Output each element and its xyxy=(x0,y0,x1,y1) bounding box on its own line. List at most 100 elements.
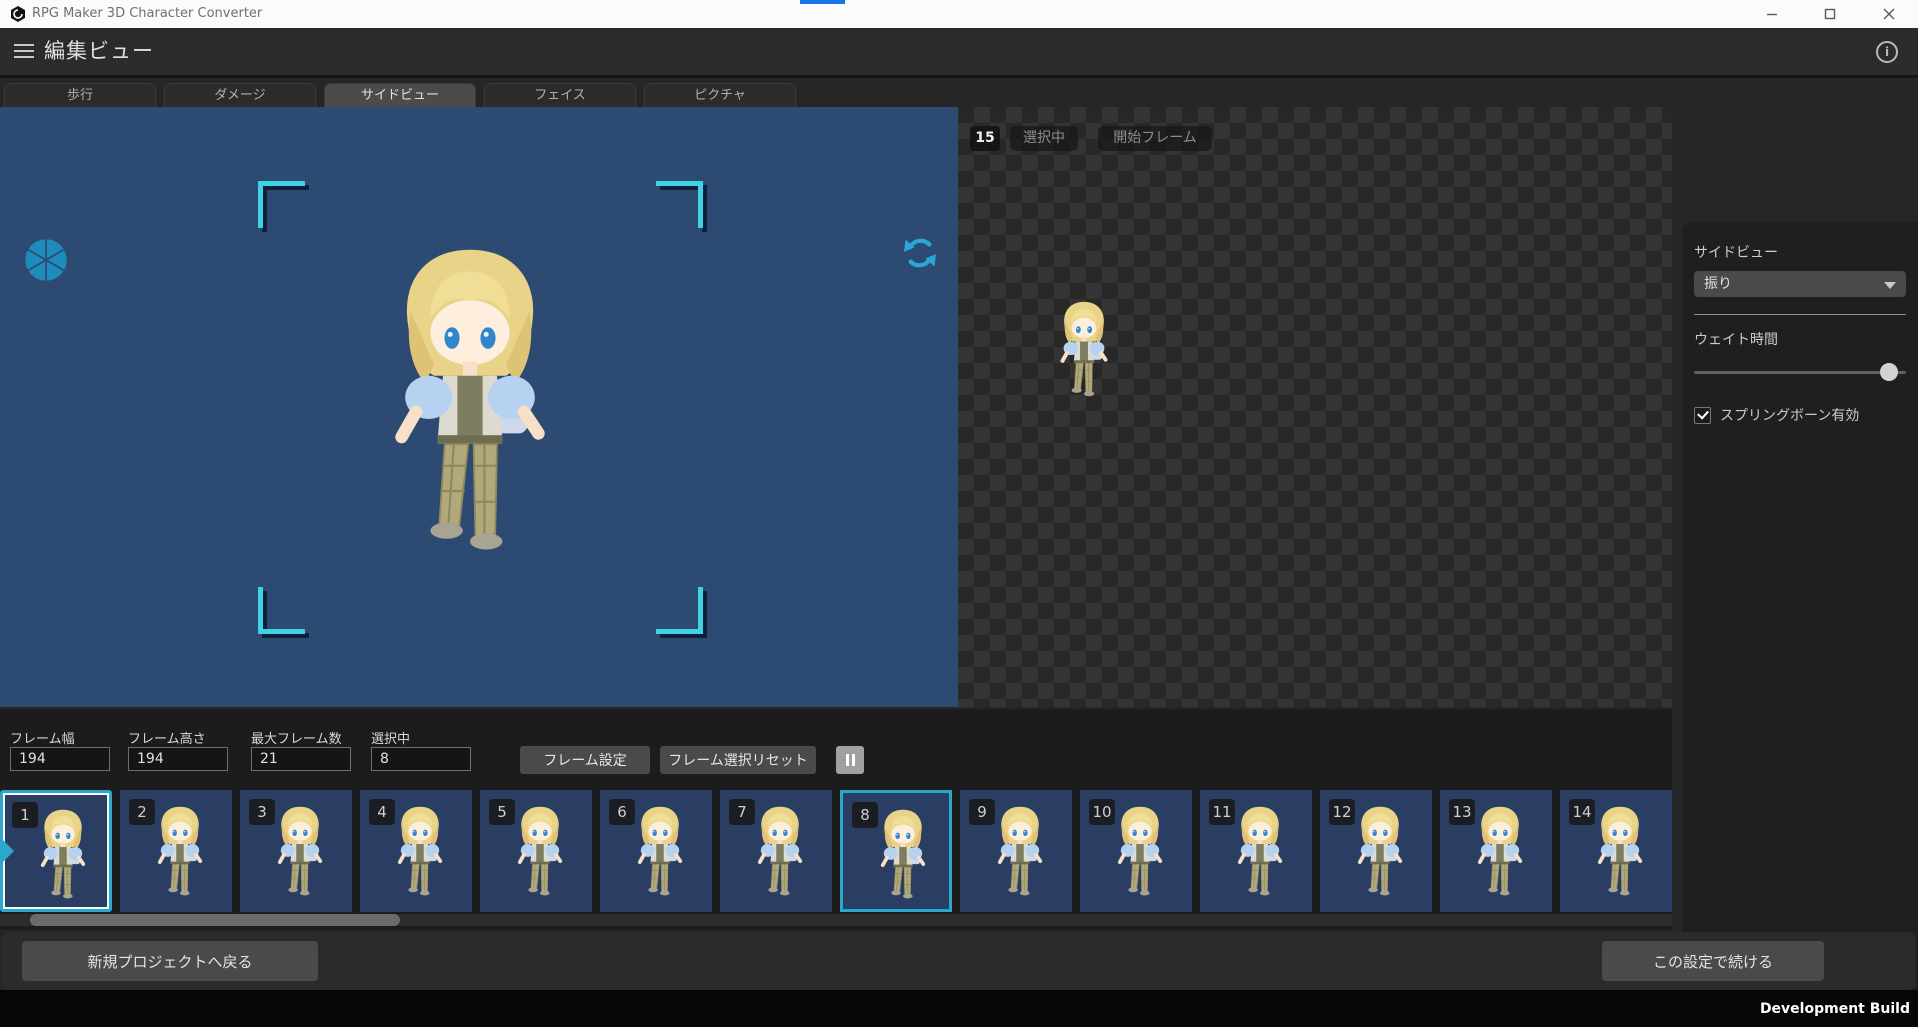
character-sprite xyxy=(362,235,578,567)
frame-height-label: フレーム高さ xyxy=(128,728,206,747)
tab-5[interactable]: ピクチャ xyxy=(644,83,796,107)
filmstrip-frame-3[interactable]: 3 xyxy=(240,790,352,912)
frame-selection-reset-button[interactable]: フレーム選択リセット xyxy=(660,746,816,774)
tab-3[interactable]: サイドビュー xyxy=(324,83,476,107)
page-title: 編集ビュー xyxy=(44,28,154,75)
filmstrip-frame-13[interactable]: 13 xyxy=(1440,790,1552,912)
selected-label: 選択中 xyxy=(371,728,410,747)
tab-2[interactable]: ダメージ xyxy=(164,83,316,107)
back-to-new-project-button[interactable]: 新規プロジェクトへ戻る xyxy=(22,941,318,981)
chevron-down-icon xyxy=(1884,282,1896,289)
app-title: RPG Maker 3D Character Converter xyxy=(32,0,262,28)
wait-time-slider-track xyxy=(1694,371,1906,374)
title-bar: RPG Maker 3D Character Converter xyxy=(0,0,1918,29)
panel-divider xyxy=(1694,314,1906,315)
character-thumbnail xyxy=(628,802,692,901)
frame-height-input[interactable] xyxy=(128,747,228,771)
character-thumbnail xyxy=(388,802,452,901)
maximize-button[interactable] xyxy=(1807,0,1853,27)
pause-button[interactable] xyxy=(836,746,864,774)
tab-4[interactable]: フェイス xyxy=(484,83,636,107)
filmstrip: 1234567891011121314 xyxy=(0,790,1672,912)
side-settings-panel: サイドビュー 振り ウェイト時間 スプリングボーン有効 xyxy=(1682,222,1918,1027)
playhead-marker xyxy=(0,837,14,865)
spring-bone-checkbox[interactable] xyxy=(1694,407,1711,424)
frame-number-badge: 9 xyxy=(969,799,995,825)
frame-settings-button[interactable]: フレーム設定 xyxy=(520,746,650,774)
character-thumbnail xyxy=(988,802,1052,901)
character-thumbnail xyxy=(508,802,572,901)
max-frames-label: 最大フレーム数 xyxy=(251,728,342,747)
tab-strip: 歩行ダメージサイドビューフェイスピクチャ xyxy=(0,75,1918,107)
minimize-button[interactable] xyxy=(1749,0,1795,27)
character-thumbnail xyxy=(1108,802,1172,901)
top-accent-strip xyxy=(800,0,845,4)
frame-number-badge: 4 xyxy=(369,799,395,825)
development-build-label: Development Build xyxy=(1760,1001,1918,1017)
panel-title: サイドビュー xyxy=(1694,242,1906,262)
check-icon xyxy=(1697,407,1709,419)
aperture-icon[interactable] xyxy=(21,235,71,285)
filmstrip-frame-8[interactable]: 8 xyxy=(840,790,952,912)
frame-number-badge: 8 xyxy=(852,802,878,828)
frame-number-badge: 7 xyxy=(729,799,755,825)
animation-dropdown-value: 振り xyxy=(1704,276,1732,292)
filmstrip-frame-14[interactable]: 14 xyxy=(1560,790,1672,912)
frame-number-badge: 14 xyxy=(1569,799,1595,825)
capture-bracket-top-left xyxy=(258,181,305,228)
frame-number-badge: 15 xyxy=(970,126,1000,151)
filmstrip-frame-11[interactable]: 11 xyxy=(1200,790,1312,912)
character-thumbnail xyxy=(148,802,212,901)
frame-number-badge: 1 xyxy=(12,802,38,828)
frame-number-badge: 11 xyxy=(1209,799,1235,825)
character-thumbnail xyxy=(1228,802,1292,901)
continue-with-settings-button[interactable]: この設定で続ける xyxy=(1602,941,1824,981)
filmstrip-frame-4[interactable]: 4 xyxy=(360,790,472,912)
filmstrip-frame-5[interactable]: 5 xyxy=(480,790,592,912)
selected-frame-input[interactable] xyxy=(371,747,471,771)
selected-frame-button[interactable]: 選択中 xyxy=(1010,126,1078,151)
frame-width-label: フレーム幅 xyxy=(10,728,75,747)
character-thumbnail xyxy=(268,802,332,901)
animation-dropdown[interactable]: 振り xyxy=(1694,271,1906,297)
start-frame-button[interactable]: 開始フレーム xyxy=(1098,126,1212,151)
pause-icon xyxy=(846,754,849,766)
frame-number-badge: 3 xyxy=(249,799,275,825)
frame-number-badge: 12 xyxy=(1329,799,1355,825)
filmstrip-frame-12[interactable]: 12 xyxy=(1320,790,1432,912)
capture-bracket-top-right xyxy=(656,181,703,228)
animation-preview-pane: 15 選択中 開始フレーム xyxy=(958,107,1672,707)
scrollbar-thumb[interactable] xyxy=(30,914,400,926)
filmstrip-scrollbar[interactable] xyxy=(0,914,1672,926)
tab-1[interactable]: 歩行 xyxy=(4,83,156,107)
frame-number-badge: 13 xyxy=(1449,799,1475,825)
frame-number-badge: 6 xyxy=(609,799,635,825)
capture-bracket-bottom-left xyxy=(258,587,305,634)
right-column: サイドビュー 振り ウェイト時間 スプリングボーン有効 xyxy=(1672,214,1918,1027)
character-preview-sprite xyxy=(1050,297,1118,402)
menu-icon[interactable] xyxy=(14,44,34,59)
filmstrip-frame-10[interactable]: 10 xyxy=(1080,790,1192,912)
spring-bone-label: スプリングボーン有効 xyxy=(1720,405,1859,425)
filmstrip-frame-7[interactable]: 7 xyxy=(720,790,832,912)
character-thumbnail xyxy=(748,802,812,901)
frame-number-badge: 10 xyxy=(1089,799,1115,825)
character-thumbnail xyxy=(1588,802,1652,901)
rotate-view-icon[interactable] xyxy=(898,231,942,275)
capture-bracket-bottom-right xyxy=(656,587,703,634)
wait-time-slider-handle[interactable] xyxy=(1880,363,1898,381)
filmstrip-frame-1[interactable]: 1 xyxy=(0,790,112,912)
character-thumbnail xyxy=(31,805,95,904)
max-frames-input[interactable] xyxy=(251,747,351,771)
wait-time-slider[interactable] xyxy=(1694,363,1906,381)
frame-number-badge: 5 xyxy=(489,799,515,825)
close-button[interactable] xyxy=(1866,0,1912,27)
frame-width-input[interactable] xyxy=(10,747,110,771)
frame-number-badge: 2 xyxy=(129,799,155,825)
footer-bar: 新規プロジェクトへ戻る この設定で続ける xyxy=(2,932,1916,990)
info-icon[interactable]: i xyxy=(1876,41,1898,63)
filmstrip-frame-2[interactable]: 2 xyxy=(120,790,232,912)
main-area: 15 選択中 開始フレーム サイドビュー 振り ウェイト時間 xyxy=(0,107,1918,707)
filmstrip-frame-9[interactable]: 9 xyxy=(960,790,1072,912)
filmstrip-frame-6[interactable]: 6 xyxy=(600,790,712,912)
